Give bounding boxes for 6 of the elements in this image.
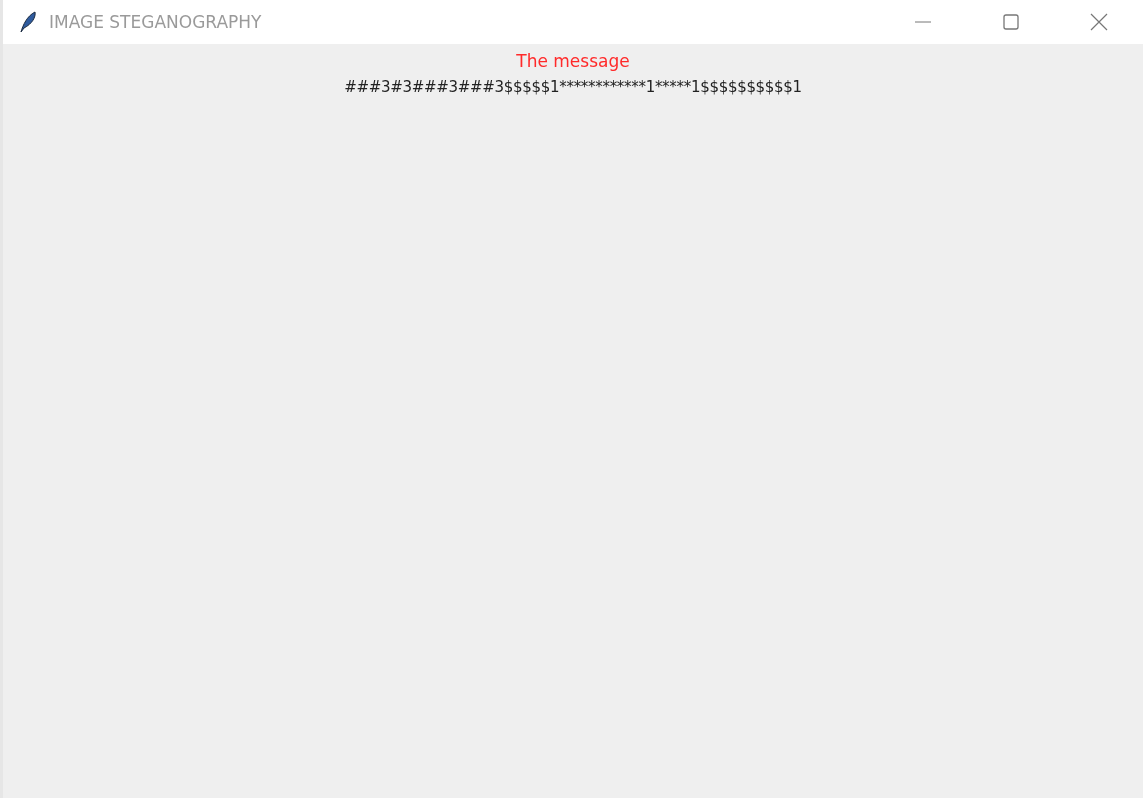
maximize-icon[interactable]	[1001, 12, 1021, 32]
window-title: IMAGE STEGANOGRAPHY	[49, 12, 263, 32]
message-text: ###3#3###3###3$$$$$1************1*****1$$$$$$$$$$1	[344, 77, 802, 98]
feather-icon	[19, 11, 37, 33]
message-heading: The message	[516, 50, 630, 72]
close-icon[interactable]	[1089, 12, 1109, 32]
